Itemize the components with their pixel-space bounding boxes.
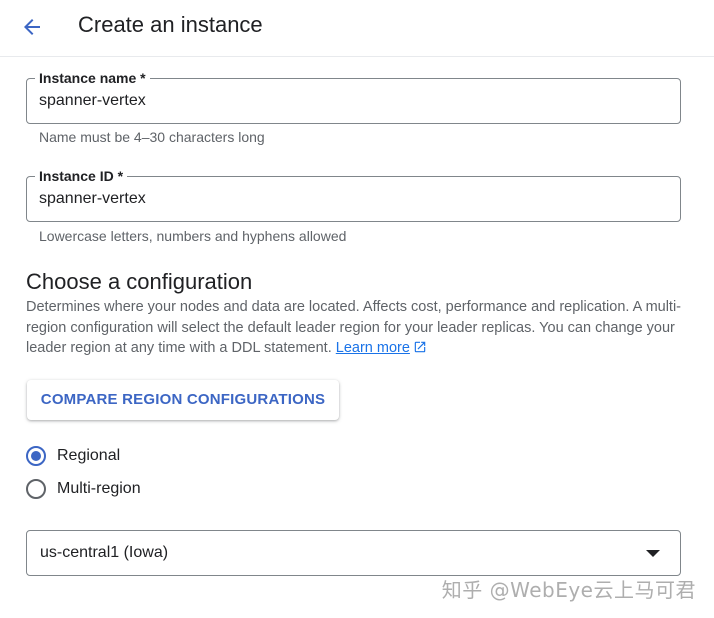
- page-header: Create an instance: [0, 0, 714, 57]
- compare-region-configurations-button[interactable]: COMPARE REGION CONFIGURATIONS: [27, 380, 339, 420]
- radio-regional[interactable]: Regional: [26, 445, 120, 467]
- radio-multi-region-control[interactable]: [26, 479, 46, 499]
- back-button[interactable]: [14, 9, 50, 45]
- radio-multi-region[interactable]: Multi-region: [26, 478, 141, 500]
- radio-multi-region-label: Multi-region: [57, 480, 141, 497]
- external-link-icon: [414, 341, 426, 353]
- page-title: Create an instance: [78, 12, 263, 37]
- region-select[interactable]: us-central1 (Iowa): [26, 530, 681, 576]
- instance-id-hint: Lowercase letters, numbers and hyphens a…: [39, 228, 347, 244]
- instance-name-field[interactable]: Instance name *: [26, 69, 681, 124]
- instance-id-label: Instance ID *: [35, 167, 128, 185]
- radio-regional-control[interactable]: [26, 446, 46, 466]
- instance-name-input[interactable]: [39, 89, 659, 113]
- radio-regional-label: Regional: [57, 447, 121, 464]
- configuration-description: Determines where your nodes and data are…: [26, 297, 686, 359]
- learn-more-link[interactable]: Learn more: [336, 340, 427, 356]
- instance-name-label: Instance name *: [35, 69, 150, 87]
- configuration-title: Choose a configuration: [26, 269, 253, 294]
- region-select-value: us-central1 (Iowa): [40, 544, 169, 561]
- watermark: 知乎 @WebEye云上马可君: [441, 578, 696, 602]
- arrow-back-icon: [24, 19, 40, 35]
- instance-name-hint: Name must be 4–30 characters long: [39, 129, 265, 145]
- instance-id-field[interactable]: Instance ID *: [26, 167, 681, 222]
- dropdown-arrow-icon: [646, 550, 660, 557]
- learn-more-label: Learn more: [335, 340, 410, 356]
- instance-id-input[interactable]: [39, 187, 659, 211]
